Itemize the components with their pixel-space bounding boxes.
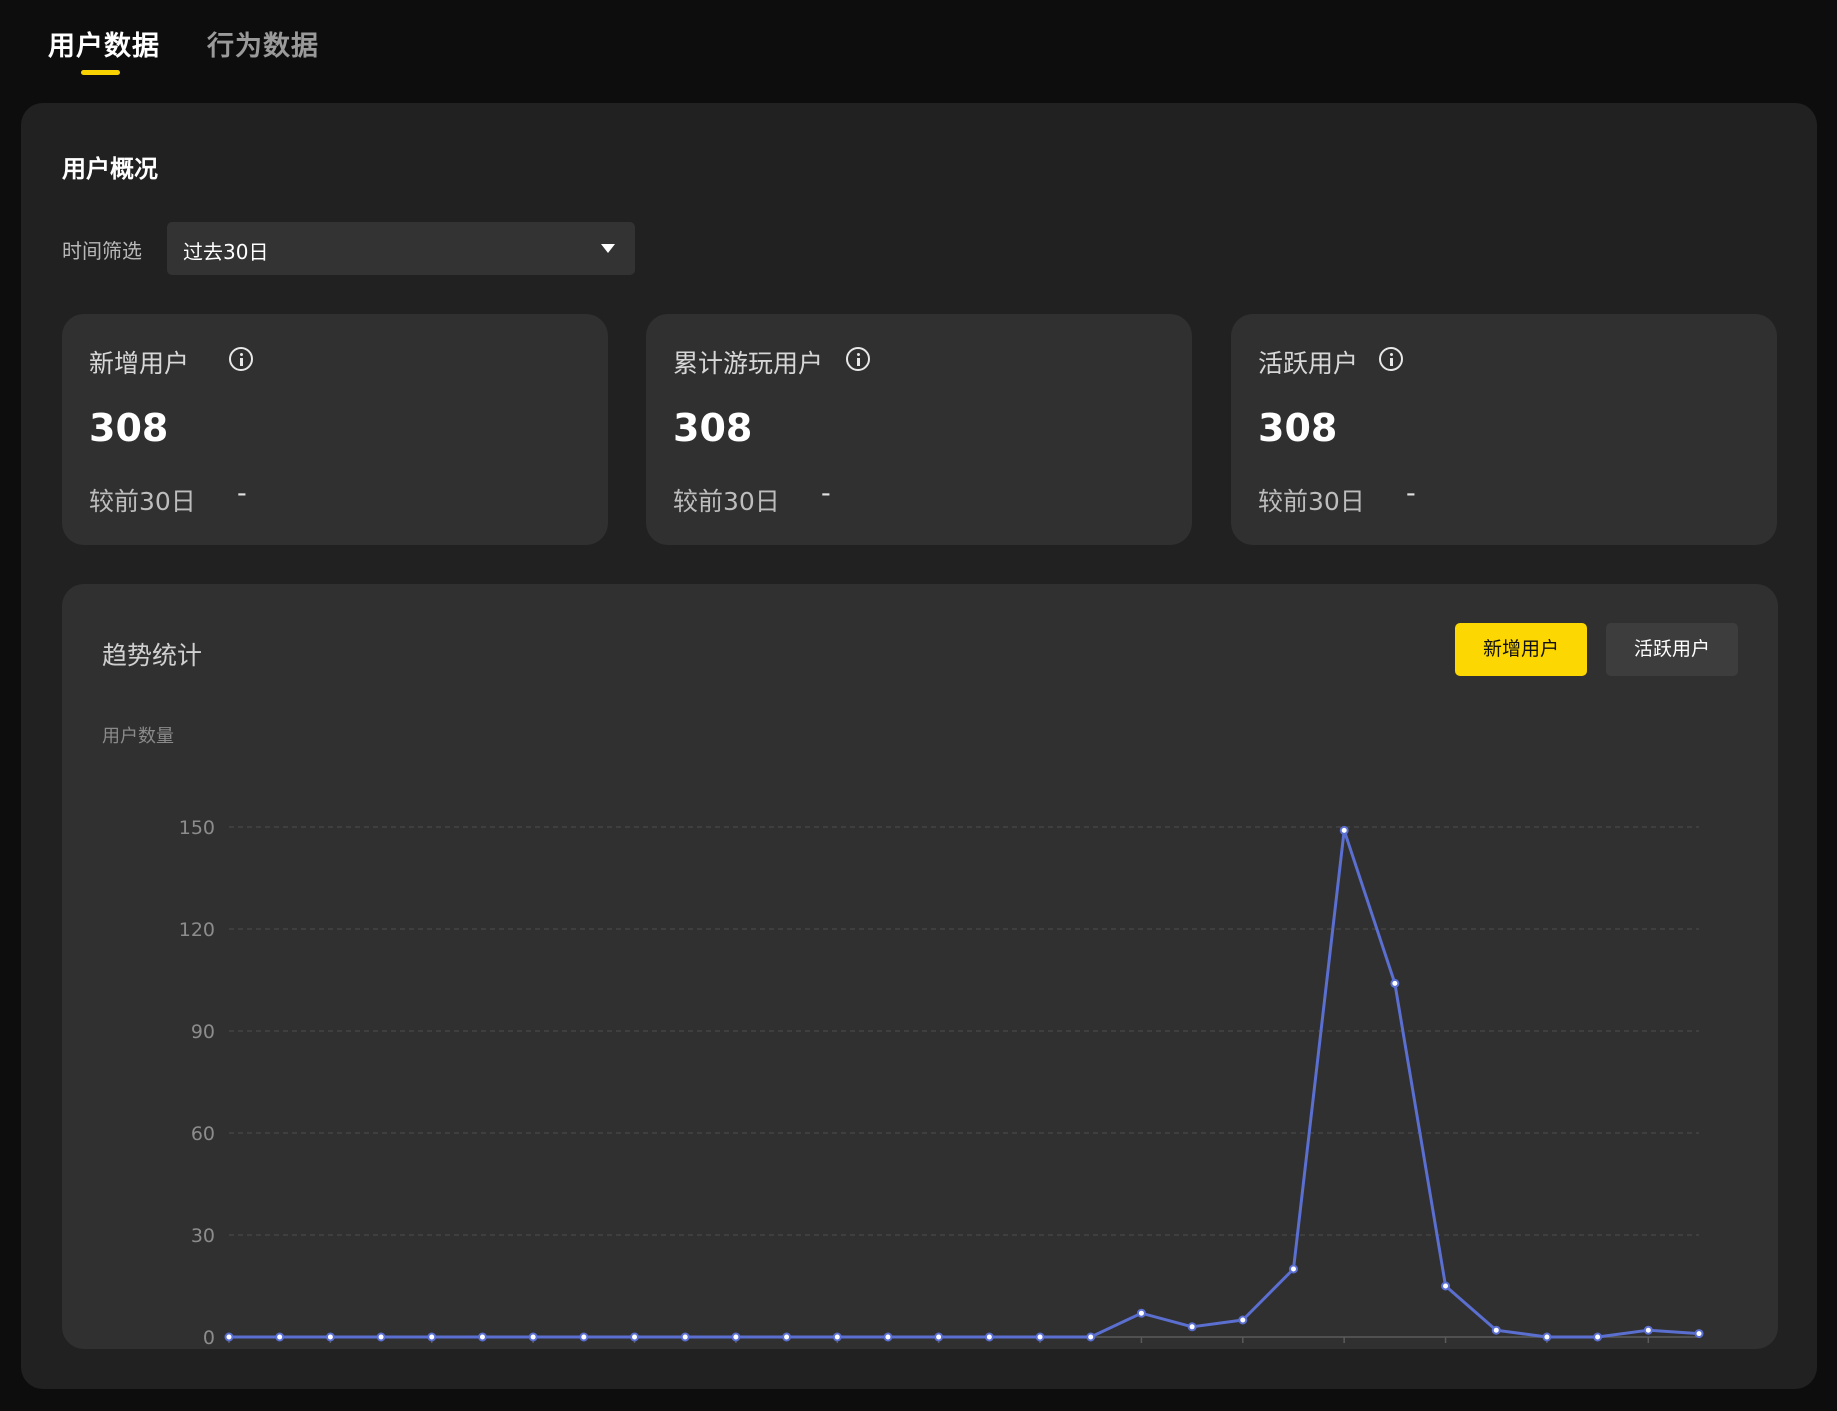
x-tick-label: 02/12: [709, 1348, 764, 1349]
data-point: [325, 1332, 335, 1342]
y-tick-labels: 0 30 60 90 120 150: [179, 817, 215, 1349]
x-tick-label: 02/26: [1418, 1348, 1473, 1349]
data-point: [376, 1332, 386, 1342]
y-tick-label: 120: [179, 919, 215, 941]
card-title: 新增用户: [89, 349, 190, 378]
grid-lines: [228, 826, 1699, 1343]
series-line: [229, 828, 1700, 1339]
data-point: [984, 1332, 994, 1342]
top-tabs: 用户数据 行为数据: [0, 0, 1837, 103]
card-delta: -: [237, 478, 247, 509]
x-tick-label: 02/20: [1114, 1348, 1169, 1349]
time-filter-select[interactable]: 过去30日: [167, 222, 635, 275]
data-point: [427, 1332, 437, 1342]
card-compare-label: 较前30日: [673, 487, 780, 516]
data-point: [1136, 1308, 1146, 1318]
x-tick-label: 02/18: [1013, 1348, 1068, 1349]
card-title: 活跃用户: [1258, 349, 1359, 378]
card-delta: -: [821, 478, 831, 509]
y-tick-label: 150: [179, 817, 215, 839]
card-compare-label: 较前30日: [1258, 487, 1365, 516]
stat-card-new-users: 新增用户 308 较前30日 -: [62, 314, 608, 545]
info-icon[interactable]: [229, 347, 253, 371]
tab-behavior-data[interactable]: 行为数据: [207, 24, 319, 63]
card-value: 308: [1258, 406, 1338, 450]
data-point: [630, 1332, 640, 1342]
y-tick-label: 60: [191, 1123, 215, 1145]
card-value: 308: [673, 406, 753, 450]
section-title: 用户概况: [62, 155, 158, 183]
stat-card-total-players: 累计游玩用户 308 较前30日 -: [646, 314, 1192, 545]
data-point: [1390, 978, 1400, 988]
data-point: [1694, 1329, 1704, 1339]
data-point: [275, 1332, 285, 1342]
data-point: [680, 1332, 690, 1342]
x-tick-label: 02/14: [810, 1348, 865, 1349]
data-point: [1086, 1332, 1096, 1342]
data-point: [782, 1332, 792, 1342]
y-tick-label: 0: [203, 1327, 215, 1349]
x-tick-label: 02/22: [1215, 1348, 1270, 1349]
trend-chart-card: 趋势统计 新增用户 活跃用户 用户数量 0306090120150 02/020…: [62, 584, 1778, 1349]
series-points: [224, 825, 1704, 1342]
x-tick-label: 02/28: [1520, 1348, 1575, 1349]
card-compare-label: 较前30日: [89, 487, 196, 516]
x-tick-label: 02/04: [303, 1348, 358, 1349]
x-tick-label: 02/24: [1317, 1348, 1372, 1349]
tab-user-data[interactable]: 用户数据: [48, 24, 160, 63]
x-tick-label: 02/02: [202, 1348, 257, 1349]
data-point: [579, 1332, 589, 1342]
caret-down-icon: [601, 244, 615, 253]
data-point: [832, 1332, 842, 1342]
data-point: [224, 1332, 234, 1342]
data-point: [731, 1332, 741, 1342]
x-tick-labels: 02/02 02/04 02/06 02/08 02/10 02/12 02/14 02/16…: [202, 1348, 1676, 1349]
series-line-path: [229, 828, 1700, 1339]
card-delta: -: [1406, 478, 1416, 509]
data-point: [1288, 1264, 1298, 1274]
active-tab-underline: [81, 70, 120, 75]
y-tick-label: 90: [191, 1021, 215, 1043]
card-title: 累计游玩用户: [673, 349, 824, 378]
data-point: [934, 1332, 944, 1342]
data-point: [1593, 1332, 1603, 1342]
data-point: [1491, 1325, 1501, 1335]
data-point: [1238, 1315, 1248, 1325]
data-point: [1339, 825, 1349, 835]
y-tick-label: 30: [191, 1225, 215, 1247]
card-value: 308: [89, 406, 169, 450]
stat-card-active-users: 活跃用户 308 较前30日 -: [1231, 314, 1777, 545]
time-filter-value: 过去30日: [183, 240, 269, 264]
time-filter-label: 时间筛选: [62, 239, 142, 263]
data-point: [477, 1332, 487, 1342]
data-point: [1035, 1332, 1045, 1342]
data-point: [1187, 1322, 1197, 1332]
info-icon[interactable]: [846, 347, 870, 371]
x-tick-label: 03/01: [1621, 1348, 1676, 1349]
data-point: [528, 1332, 538, 1342]
info-icon[interactable]: [1379, 347, 1403, 371]
data-point: [1643, 1325, 1653, 1335]
overview-panel: 用户概况 时间筛选 过去30日 新增用户 308 较前30日 - 累计游玩用户 …: [21, 103, 1817, 1389]
data-point: [1542, 1332, 1552, 1342]
trend-line-chart: 0306090120150 02/0202/0402/0602/0802/100…: [179, 817, 1704, 1349]
data-point: [1441, 1281, 1451, 1291]
x-tick-label: 02/06: [404, 1348, 459, 1349]
x-tick-label: 02/10: [607, 1348, 662, 1349]
x-tick-label: 02/16: [911, 1348, 966, 1349]
data-point: [883, 1332, 893, 1342]
x-tick-label: 02/08: [506, 1348, 561, 1349]
